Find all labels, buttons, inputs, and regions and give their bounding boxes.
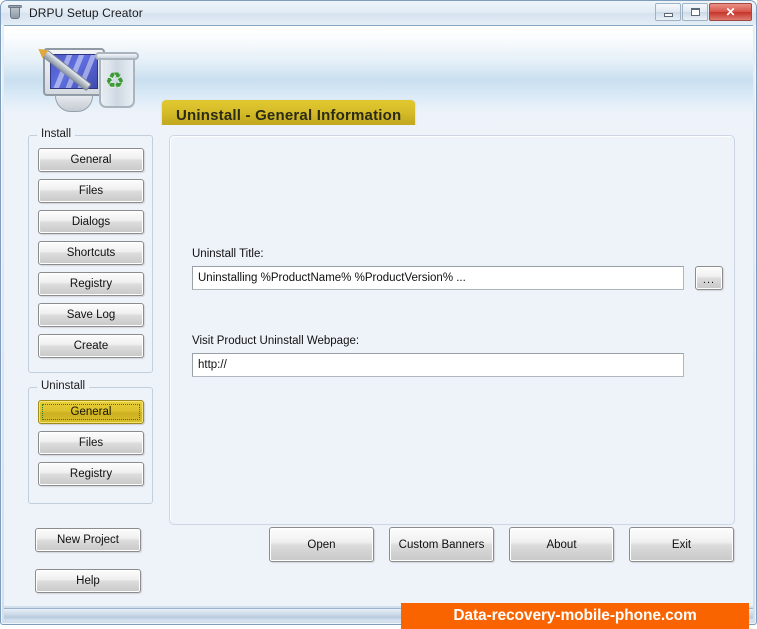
custom-banners-button[interactable]: Custom Banners	[389, 527, 494, 562]
watermark-text: Data-recovery-mobile-phone.com	[453, 607, 697, 624]
app-screenshot: DRPU Setup Creator ✕ ♻ Uninstall - Gener…	[0, 0, 757, 629]
button-label: General	[70, 406, 112, 418]
sidebar-item-install-shortcuts[interactable]: Shortcuts	[38, 241, 144, 265]
button-label: Open	[307, 538, 336, 551]
ellipsis-icon: ...	[702, 274, 716, 286]
maximize-button[interactable]	[682, 3, 708, 21]
install-group-label: Install	[37, 128, 76, 140]
open-button[interactable]: Open	[269, 527, 374, 562]
sidebar-item-install-files[interactable]: Files	[38, 179, 144, 203]
content-panel: Uninstall Title: Uninstalling %ProductNa…	[169, 135, 735, 525]
button-label: Shortcuts	[66, 247, 116, 259]
about-button[interactable]: About	[509, 527, 614, 562]
button-label: Exit	[671, 538, 692, 551]
page-title: Uninstall - General Information	[176, 106, 402, 124]
recycle-bin-icon	[7, 5, 23, 21]
window-controls: ✕	[655, 3, 752, 21]
button-label: Files	[78, 185, 104, 197]
uninstall-webpage-label: Visit Product Uninstall Webpage:	[192, 335, 360, 347]
sidebar-item-install-dialogs[interactable]: Dialogs	[38, 210, 144, 234]
body-area: Install General Files Dialogs Shortcuts …	[4, 125, 753, 606]
new-project-button[interactable]: New Project	[35, 528, 141, 552]
sidebar-item-install-general[interactable]: General	[38, 148, 144, 172]
button-label: About	[546, 538, 577, 551]
monitor-pen-recyclebin-icon: ♻	[33, 46, 145, 120]
sidebar-item-install-create[interactable]: Create	[38, 334, 144, 358]
sidebar-item-uninstall-general[interactable]: General	[38, 400, 144, 424]
uninstall-webpage-input[interactable]: http://	[192, 353, 684, 377]
sidebar-item-uninstall-files[interactable]: Files	[38, 431, 144, 455]
button-label: Custom Banners	[398, 538, 485, 551]
maximize-icon	[690, 8, 700, 16]
button-label: Registry	[69, 278, 113, 290]
sidebar-item-install-save-log[interactable]: Save Log	[38, 303, 144, 327]
uninstall-group-label: Uninstall	[37, 380, 90, 392]
install-group: Install General Files Dialogs Shortcuts …	[28, 128, 153, 373]
uninstall-group: Uninstall General Files Registry	[28, 380, 153, 504]
button-label: Dialogs	[71, 216, 111, 228]
title-bar: DRPU Setup Creator ✕	[1, 1, 756, 25]
uninstall-title-label: Uninstall Title:	[192, 248, 264, 260]
sidebar-item-uninstall-registry[interactable]: Registry	[38, 462, 144, 486]
header-banner-area: ♻ Uninstall - General Information	[4, 25, 753, 130]
button-label: New Project	[57, 534, 119, 546]
help-button[interactable]: Help	[35, 569, 141, 593]
close-button[interactable]: ✕	[709, 3, 752, 21]
recycle-symbol-icon: ♻	[105, 68, 125, 93]
button-label: Save Log	[66, 309, 116, 321]
application-window: DRPU Setup Creator ✕ ♻ Uninstall - Gener…	[0, 0, 757, 625]
button-label: Help	[76, 575, 100, 587]
button-label: Registry	[69, 468, 113, 480]
button-label: Create	[73, 340, 109, 352]
uninstall-title-input[interactable]: Uninstalling %ProductName% %ProductVersi…	[192, 266, 684, 290]
sidebar-item-install-registry[interactable]: Registry	[38, 272, 144, 296]
minimize-icon	[663, 12, 673, 17]
window-title: DRPU Setup Creator	[29, 6, 143, 20]
exit-button[interactable]: Exit	[629, 527, 734, 562]
minimize-button[interactable]	[655, 3, 681, 21]
button-label: Files	[78, 437, 104, 449]
watermark-banner: Data-recovery-mobile-phone.com	[401, 603, 749, 629]
close-icon: ✕	[725, 5, 736, 19]
button-label: General	[70, 154, 112, 166]
browse-button[interactable]: ...	[695, 266, 723, 290]
